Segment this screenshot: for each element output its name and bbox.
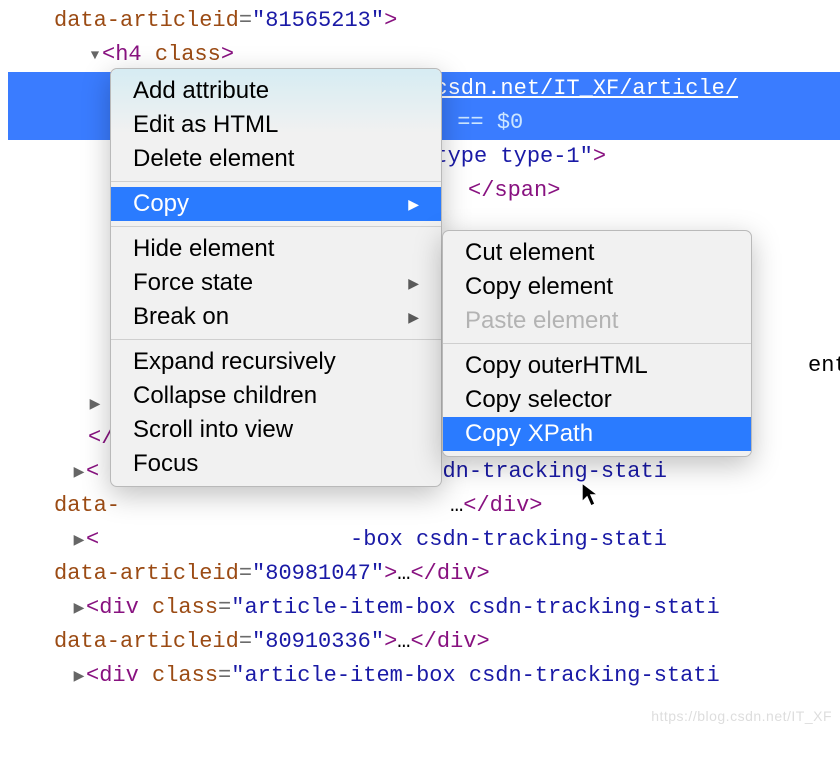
menu-copy[interactable]: Copy	[111, 187, 441, 221]
submenu-copy-selector[interactable]: Copy selector	[443, 383, 751, 417]
menu-separator	[111, 226, 441, 227]
menu-delete-element[interactable]: Delete element	[111, 142, 441, 176]
menu-separator	[111, 339, 441, 340]
menu-expand-recursively[interactable]: Expand recursively	[111, 345, 441, 379]
menu-scroll-into-view[interactable]: Scroll into view	[111, 413, 441, 447]
menu-add-attribute[interactable]: Add attribute	[111, 74, 441, 108]
dom-attr-line[interactable]: data-articleid="81565213">	[8, 4, 840, 38]
menu-edit-as-html[interactable]: Edit as HTML	[111, 108, 441, 142]
context-menu: Add attribute Edit as HTML Delete elemen…	[110, 68, 442, 487]
url-fragment: g.csdn.net/IT_XF/article/	[408, 76, 738, 101]
menu-force-state[interactable]: Force state	[111, 266, 441, 300]
attr-value: 81565213	[265, 8, 371, 33]
submenu-arrow-icon	[408, 275, 419, 292]
menu-hide-element[interactable]: Hide element	[111, 232, 441, 266]
dom-div-attr-row[interactable]: data-xxxxxxxxxxxxxxxxxxxxxxxxx…</div>	[8, 489, 840, 523]
submenu-cut-element[interactable]: Cut element	[443, 236, 751, 270]
expand-arrow-right-icon[interactable]	[72, 463, 86, 485]
expand-arrow-right-icon[interactable]	[88, 395, 102, 417]
context-submenu-copy: Cut element Copy element Paste element C…	[442, 230, 752, 457]
submenu-copy-xpath[interactable]: Copy XPath	[443, 417, 751, 451]
menu-separator	[443, 343, 751, 344]
attr-name: data-articleid	[54, 8, 239, 33]
watermark: https://blog.csdn.net/IT_XF	[651, 708, 832, 724]
menu-break-on[interactable]: Break on	[111, 300, 441, 334]
dom-div-attr-row[interactable]: data-articleid="80981047">…</div>	[8, 557, 840, 591]
menu-separator	[111, 181, 441, 182]
dom-div-attr-row[interactable]: data-articleid="80910336">…</div>	[8, 625, 840, 659]
submenu-copy-outerhtml[interactable]: Copy outerHTML	[443, 349, 751, 383]
attr-name: class	[155, 42, 221, 67]
dom-div-row[interactable]: <div class="article-item-box csdn-tracki…	[8, 591, 840, 625]
expand-arrow-right-icon[interactable]	[72, 599, 86, 621]
close-tag: </span>	[468, 178, 560, 203]
menu-focus[interactable]: Focus	[111, 447, 441, 481]
submenu-arrow-icon	[408, 309, 419, 326]
submenu-paste-element: Paste element	[443, 304, 751, 338]
dom-div-row[interactable]: <div class="article-item-box csdn-tracki…	[8, 659, 840, 693]
expand-arrow-right-icon[interactable]	[72, 531, 86, 553]
submenu-arrow-icon	[408, 196, 419, 213]
dollar-zero: == $0	[457, 110, 523, 135]
menu-collapse-children[interactable]: Collapse children	[111, 379, 441, 413]
dom-div-row[interactable]: <xxxxxxxxxxxxxxxxxxx-box csdn-tracking-s…	[8, 523, 840, 557]
expand-arrow-right-icon[interactable]	[72, 667, 86, 689]
submenu-copy-element[interactable]: Copy element	[443, 270, 751, 304]
expand-arrow-down-icon[interactable]	[88, 46, 102, 68]
tag: <h4	[102, 42, 142, 67]
